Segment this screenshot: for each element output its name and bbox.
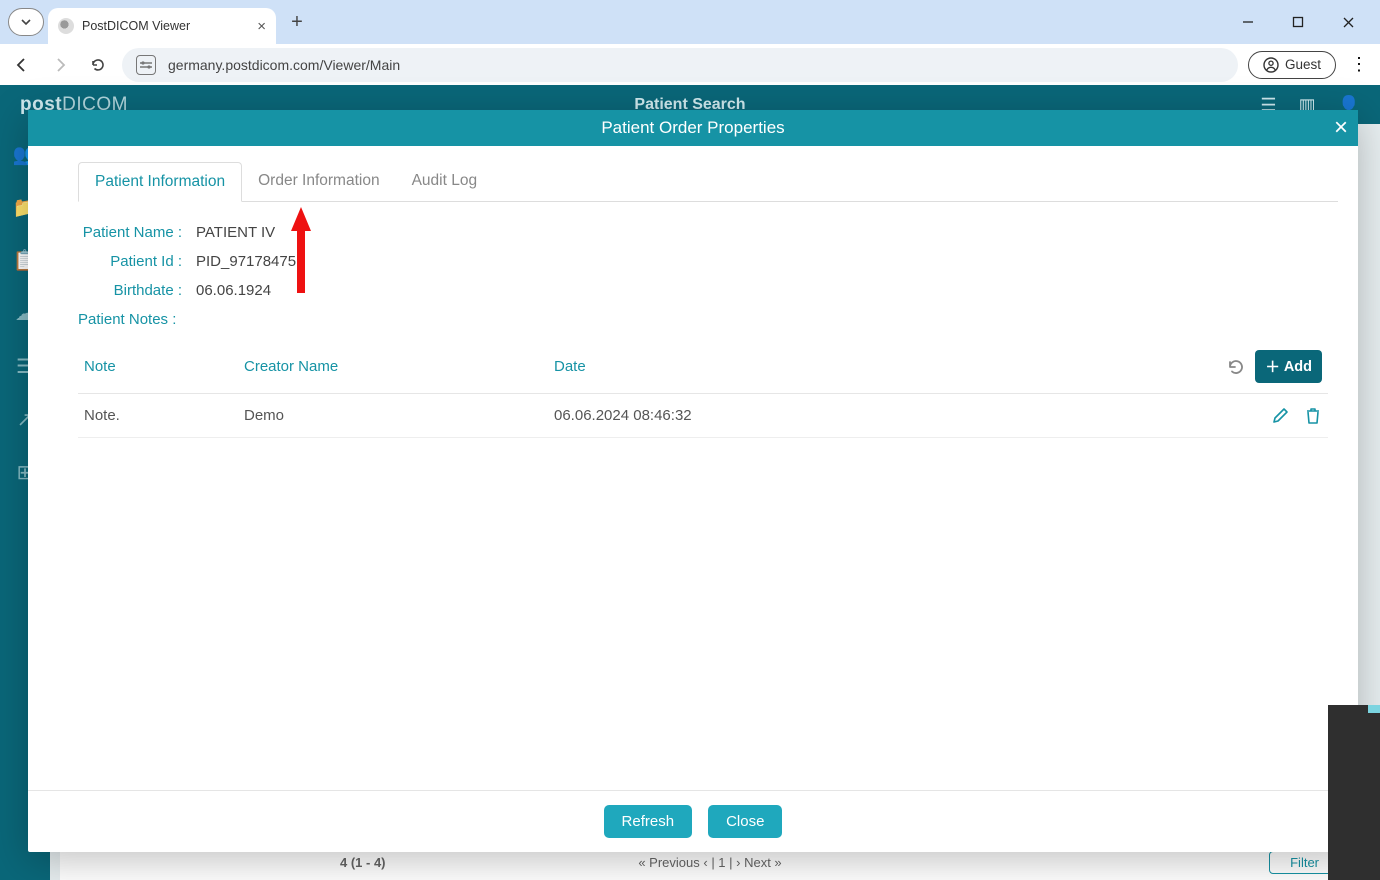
arrow-left-icon (13, 56, 31, 74)
arrow-right-icon (51, 56, 69, 74)
tab-dropdown[interactable] (8, 8, 44, 36)
favicon-icon (58, 18, 74, 34)
window-maximize-button[interactable] (1284, 8, 1312, 36)
label-birthdate: Birthdate : (78, 282, 188, 299)
minimize-icon (1242, 16, 1254, 28)
col-date: Date (554, 358, 1225, 375)
col-note: Note (84, 358, 244, 375)
tab-audit-log[interactable]: Audit Log (396, 162, 494, 201)
url-text: germany.postdicom.com/Viewer/Main (168, 57, 400, 73)
external-window-sliver (1328, 705, 1380, 880)
browser-menu-button[interactable]: ⋮ (1346, 54, 1372, 75)
site-settings-icon[interactable] (136, 55, 156, 75)
tab-close-icon[interactable]: × (257, 18, 266, 35)
new-tab-button[interactable]: + (282, 7, 312, 37)
tab-order-information[interactable]: Order Information (242, 162, 395, 201)
cell-creator: Demo (244, 407, 554, 424)
browser-tab[interactable]: PostDICOM Viewer × (48, 8, 276, 44)
close-icon (1342, 16, 1355, 29)
tab-title: PostDICOM Viewer (82, 19, 190, 33)
value-patient-name: PATIENT IV (188, 224, 275, 241)
value-patient-id: PID_97178475 (188, 253, 296, 270)
modal-tabs: Patient Information Order Information Au… (78, 162, 1338, 202)
refresh-notes-icon[interactable] (1225, 356, 1247, 378)
label-patient-notes: Patient Notes : (78, 311, 1338, 328)
cell-note: Note. (84, 407, 244, 424)
modal-footer: Refresh Close (28, 790, 1358, 852)
window-minimize-button[interactable] (1234, 8, 1262, 36)
cell-date: 06.06.2024 08:46:32 (554, 407, 1271, 424)
close-button[interactable]: Close (708, 805, 782, 838)
notes-table: Note Creator Name Date ＋ Add Note. Demo … (78, 340, 1328, 438)
value-birthdate: 06.06.1924 (188, 282, 271, 299)
modal-close-button[interactable]: × (1334, 114, 1348, 142)
edit-note-icon[interactable] (1271, 406, 1290, 425)
url-bar[interactable]: germany.postdicom.com/Viewer/Main (122, 48, 1238, 82)
table-row: Note. Demo 06.06.2024 08:46:32 (78, 394, 1328, 438)
modal-title: Patient Order Properties (601, 118, 784, 138)
result-count: 4 (1 - 4) (340, 855, 386, 870)
reload-icon (89, 56, 107, 74)
notes-header-row: Note Creator Name Date ＋ Add (78, 340, 1328, 394)
nav-forward-button[interactable] (46, 51, 74, 79)
guest-label: Guest (1285, 57, 1321, 72)
user-circle-icon (1263, 57, 1279, 73)
nav-back-button[interactable] (8, 51, 36, 79)
browser-chrome: PostDICOM Viewer × + (0, 0, 1380, 85)
window-close-button[interactable] (1334, 8, 1362, 36)
add-label: Add (1284, 359, 1312, 375)
pagination[interactable]: « Previous ‹ | 1 | › Next » (638, 855, 781, 870)
modal-body: Patient Information Order Information Au… (28, 146, 1358, 790)
plus-icon: ＋ (1265, 356, 1280, 377)
add-note-button[interactable]: ＋ Add (1255, 350, 1322, 383)
maximize-icon (1292, 16, 1304, 28)
patient-info-form: Patient Name : PATIENT IV Patient Id : P… (78, 224, 1338, 328)
label-patient-id: Patient Id : (78, 253, 188, 270)
profile-guest-button[interactable]: Guest (1248, 51, 1336, 79)
delete-note-icon[interactable] (1304, 406, 1322, 425)
modal-patient-order-properties: Patient Order Properties × Patient Infor… (28, 110, 1358, 852)
label-patient-name: Patient Name : (78, 224, 188, 241)
refresh-button[interactable]: Refresh (604, 805, 693, 838)
col-creator: Creator Name (244, 358, 554, 375)
nav-reload-button[interactable] (84, 51, 112, 79)
modal-header: Patient Order Properties × (28, 110, 1358, 146)
chevron-down-icon (20, 16, 32, 28)
tab-patient-information[interactable]: Patient Information (78, 162, 242, 202)
